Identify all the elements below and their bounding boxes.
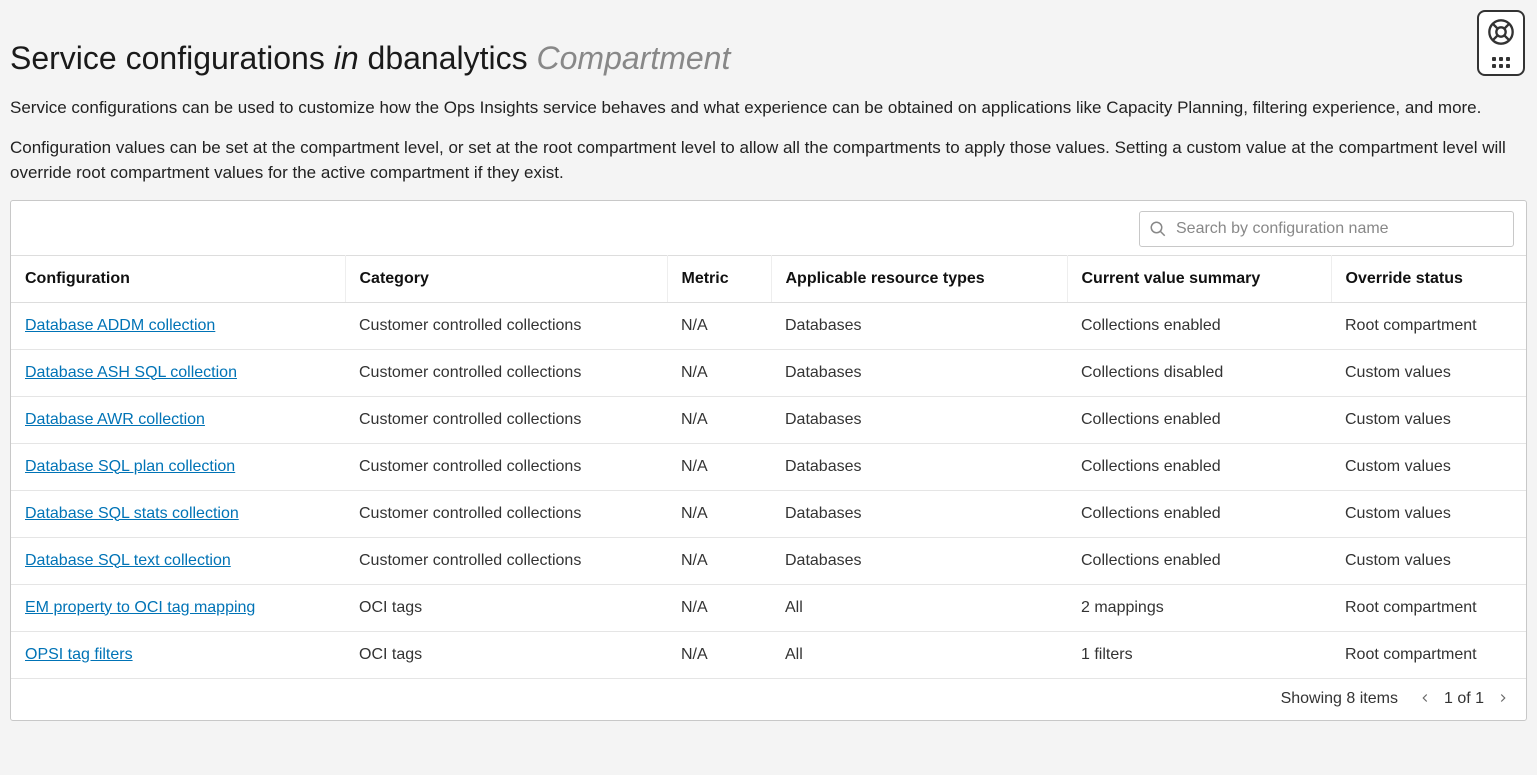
cell-resource: Databases: [771, 349, 1067, 396]
config-link[interactable]: Database SQL stats collection: [25, 505, 239, 522]
search-input[interactable]: [1139, 211, 1514, 247]
cell-value: Collections enabled: [1067, 396, 1331, 443]
cell-resource: Databases: [771, 490, 1067, 537]
pager-next-button[interactable]: [1494, 689, 1512, 710]
panel-footer: Showing 8 items 1 of 1: [11, 679, 1526, 720]
title-in: in: [334, 40, 359, 76]
table-row: Database ADDM collection Customer control…: [11, 302, 1526, 349]
cell-override: Custom values: [1331, 396, 1526, 443]
cell-override: Custom values: [1331, 537, 1526, 584]
pager-text: 1 of 1: [1444, 690, 1484, 708]
cell-override: Root compartment: [1331, 631, 1526, 678]
title-suffix: Compartment: [537, 40, 731, 76]
cell-override: Custom values: [1331, 490, 1526, 537]
config-link[interactable]: Database SQL plan collection: [25, 458, 235, 475]
pager: 1 of 1: [1416, 689, 1512, 710]
config-link[interactable]: Database SQL text collection: [25, 552, 231, 569]
table-row: EM property to OCI tag mapping OCI tagsN/…: [11, 584, 1526, 631]
cell-override: Custom values: [1331, 443, 1526, 490]
cell-resource: Databases: [771, 443, 1067, 490]
config-link[interactable]: Database ADDM collection: [25, 317, 215, 334]
help-widget[interactable]: [1477, 10, 1525, 76]
col-header-resource[interactable]: Applicable resource types: [771, 255, 1067, 302]
cell-metric: N/A: [667, 537, 771, 584]
cell-override: Root compartment: [1331, 302, 1526, 349]
grip-icon: [1492, 57, 1510, 68]
search-wrap: [1139, 211, 1514, 247]
table-row: OPSI tag filters OCI tagsN/AAll1 filtersR…: [11, 631, 1526, 678]
table-row: Database ASH SQL collection Customer cont…: [11, 349, 1526, 396]
table-row: Database SQL stats collection Customer co…: [11, 490, 1526, 537]
config-link[interactable]: EM property to OCI tag mapping: [25, 599, 255, 616]
cell-value: 1 filters: [1067, 631, 1331, 678]
cell-category: Customer controlled collections: [345, 537, 667, 584]
table-row: Database AWR collection Customer controll…: [11, 396, 1526, 443]
config-table: Configuration Category Metric Applicable…: [11, 255, 1526, 679]
cell-category: Customer controlled collections: [345, 396, 667, 443]
cell-metric: N/A: [667, 631, 771, 678]
showing-count: Showing 8 items: [1281, 690, 1398, 708]
col-header-configuration[interactable]: Configuration: [11, 255, 345, 302]
cell-resource: Databases: [771, 396, 1067, 443]
cell-resource: All: [771, 584, 1067, 631]
cell-override: Custom values: [1331, 349, 1526, 396]
cell-metric: N/A: [667, 396, 771, 443]
config-panel: Configuration Category Metric Applicable…: [10, 200, 1527, 721]
page-title: Service configurations in dbanalytics Co…: [10, 40, 1527, 77]
title-compartment: dbanalytics: [368, 40, 528, 76]
cell-value: Collections disabled: [1067, 349, 1331, 396]
cell-category: OCI tags: [345, 584, 667, 631]
cell-value: Collections enabled: [1067, 490, 1331, 537]
col-header-category[interactable]: Category: [345, 255, 667, 302]
col-header-metric[interactable]: Metric: [667, 255, 771, 302]
chevron-right-icon: [1496, 691, 1510, 708]
table-header-row: Configuration Category Metric Applicable…: [11, 255, 1526, 302]
cell-category: OCI tags: [345, 631, 667, 678]
table-row: Database SQL text collection Customer con…: [11, 537, 1526, 584]
cell-category: Customer controlled collections: [345, 443, 667, 490]
cell-metric: N/A: [667, 490, 771, 537]
cell-metric: N/A: [667, 302, 771, 349]
cell-metric: N/A: [667, 349, 771, 396]
cell-category: Customer controlled collections: [345, 302, 667, 349]
cell-value: 2 mappings: [1067, 584, 1331, 631]
description-2: Configuration values can be set at the c…: [10, 135, 1527, 186]
pager-prev-button[interactable]: [1416, 689, 1434, 710]
lifebuoy-icon: [1487, 18, 1515, 51]
cell-resource: All: [771, 631, 1067, 678]
col-header-value[interactable]: Current value summary: [1067, 255, 1331, 302]
config-link[interactable]: Database AWR collection: [25, 411, 205, 428]
cell-category: Customer controlled collections: [345, 349, 667, 396]
config-link[interactable]: OPSI tag filters: [25, 646, 133, 663]
chevron-left-icon: [1418, 691, 1432, 708]
config-link[interactable]: Database ASH SQL collection: [25, 364, 237, 381]
title-prefix: Service configurations: [10, 40, 325, 76]
cell-category: Customer controlled collections: [345, 490, 667, 537]
cell-value: Collections enabled: [1067, 537, 1331, 584]
panel-toolbar: [11, 201, 1526, 255]
cell-value: Collections enabled: [1067, 443, 1331, 490]
description-1: Service configurations can be used to cu…: [10, 95, 1527, 121]
cell-resource: Databases: [771, 302, 1067, 349]
cell-value: Collections enabled: [1067, 302, 1331, 349]
cell-metric: N/A: [667, 584, 771, 631]
cell-override: Root compartment: [1331, 584, 1526, 631]
col-header-override[interactable]: Override status: [1331, 255, 1526, 302]
cell-metric: N/A: [667, 443, 771, 490]
table-row: Database SQL plan collection Customer con…: [11, 443, 1526, 490]
cell-resource: Databases: [771, 537, 1067, 584]
